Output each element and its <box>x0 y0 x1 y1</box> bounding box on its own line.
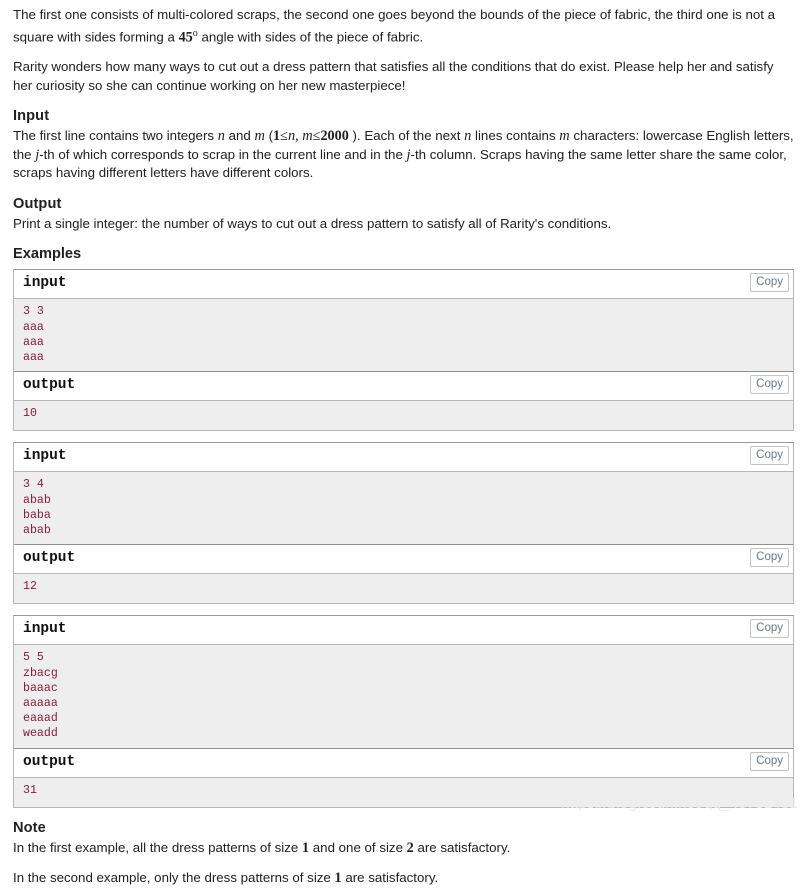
note-size-3: 1 <box>334 870 342 887</box>
input-section-body: The first line contains two integers n a… <box>13 127 794 183</box>
note-paragraph-1: In the first example, all the dress patt… <box>13 839 794 858</box>
input-section-title: Input <box>13 108 50 125</box>
input-title-2: input Copy <box>14 443 793 473</box>
note-paragraph-2: In the second example, only the dress pa… <box>13 869 794 888</box>
input-data-3: 5 5 zbacg baaac aaaaa eaaad weadd <box>14 645 793 748</box>
note-size-1: 1 <box>301 839 310 856</box>
output-section-body: Print a single integer: the number of wa… <box>13 215 612 231</box>
var-n: n <box>217 128 225 145</box>
input-title-1: input Copy <box>14 270 793 300</box>
copy-output-button-2[interactable]: Copy <box>750 548 789 568</box>
copy-output-button-3[interactable]: Copy <box>750 751 789 771</box>
input-data-2: 3 4 abab baba abab <box>14 472 793 545</box>
input-title-3: input Copy <box>14 616 793 646</box>
output-section-title: Output <box>13 195 62 212</box>
note-section: Note In the first example, all the dress… <box>13 819 794 888</box>
problem-statement-page: The first one consists of multi-colored … <box>0 0 807 888</box>
output-label-3: output <box>23 753 76 770</box>
input-data-1: 3 3 aaa aaa aaa <box>14 299 793 372</box>
note-text-2b: are satisfactory. <box>341 870 439 886</box>
input-label-1: input <box>23 275 67 292</box>
input-text-2: and <box>224 128 255 144</box>
intro-paragraph-2: Rarity wonders how many ways to cut out … <box>13 59 774 93</box>
var-m-2: m <box>302 128 313 145</box>
input-text-5: lines contains <box>471 128 560 144</box>
note-section-title: Note <box>13 819 46 836</box>
var-m-3: m <box>559 128 570 145</box>
note-text-1b: and one of size <box>309 839 407 855</box>
input-text-4: ). Each of the next <box>348 128 465 144</box>
output-title-3: output Copy <box>14 747 793 778</box>
output-data-1: 10 <box>14 401 793 431</box>
intro-paragraph-1: The first one consists of multi-colored … <box>13 6 794 46</box>
constraint-upper: 2000 <box>320 128 349 145</box>
examples-heading: Examples <box>13 246 82 263</box>
var-m: m <box>254 128 265 145</box>
output-data-3: 31 <box>14 777 793 807</box>
note-text-2a: In the second example, only the dress pa… <box>13 870 335 886</box>
input-label-2: input <box>23 448 67 465</box>
output-title-2: output Copy <box>14 544 793 575</box>
copy-output-button-1[interactable]: Copy <box>750 375 789 395</box>
output-data-2: 12 <box>14 574 793 604</box>
sample-test-3: input Copy 5 5 zbacg baaac aaaaa eaaad we… <box>13 615 794 808</box>
output-title-1: output Copy <box>14 371 793 402</box>
copy-input-button-2[interactable]: Copy <box>750 446 789 466</box>
note-text-1c: are satisfactory. <box>413 839 511 855</box>
output-label-2: output <box>23 550 76 567</box>
copy-input-button-1[interactable]: Copy <box>750 273 789 293</box>
intro-text-part2: angle with sides of the piece of fabric. <box>197 28 424 44</box>
sample-test-2: input Copy 3 4 abab baba abab output Copy … <box>13 442 794 605</box>
copy-input-button-3[interactable]: Copy <box>750 619 789 639</box>
angle-value: 45 <box>178 28 193 45</box>
input-text-7: -th of which corresponds to scrap in the… <box>39 146 407 162</box>
sample-test-1: input Copy 3 3 aaa aaa aaa output Copy 10 <box>13 269 794 432</box>
input-label-3: input <box>23 621 67 638</box>
le-sign-1: ≤ <box>280 128 288 145</box>
output-label-1: output <box>23 377 76 394</box>
note-text-1a: In the first example, all the dress patt… <box>13 839 302 855</box>
input-text-1: The first line contains two integers <box>13 128 218 144</box>
note-size-2: 2 <box>406 839 414 856</box>
input-text-3: ( <box>264 128 274 144</box>
